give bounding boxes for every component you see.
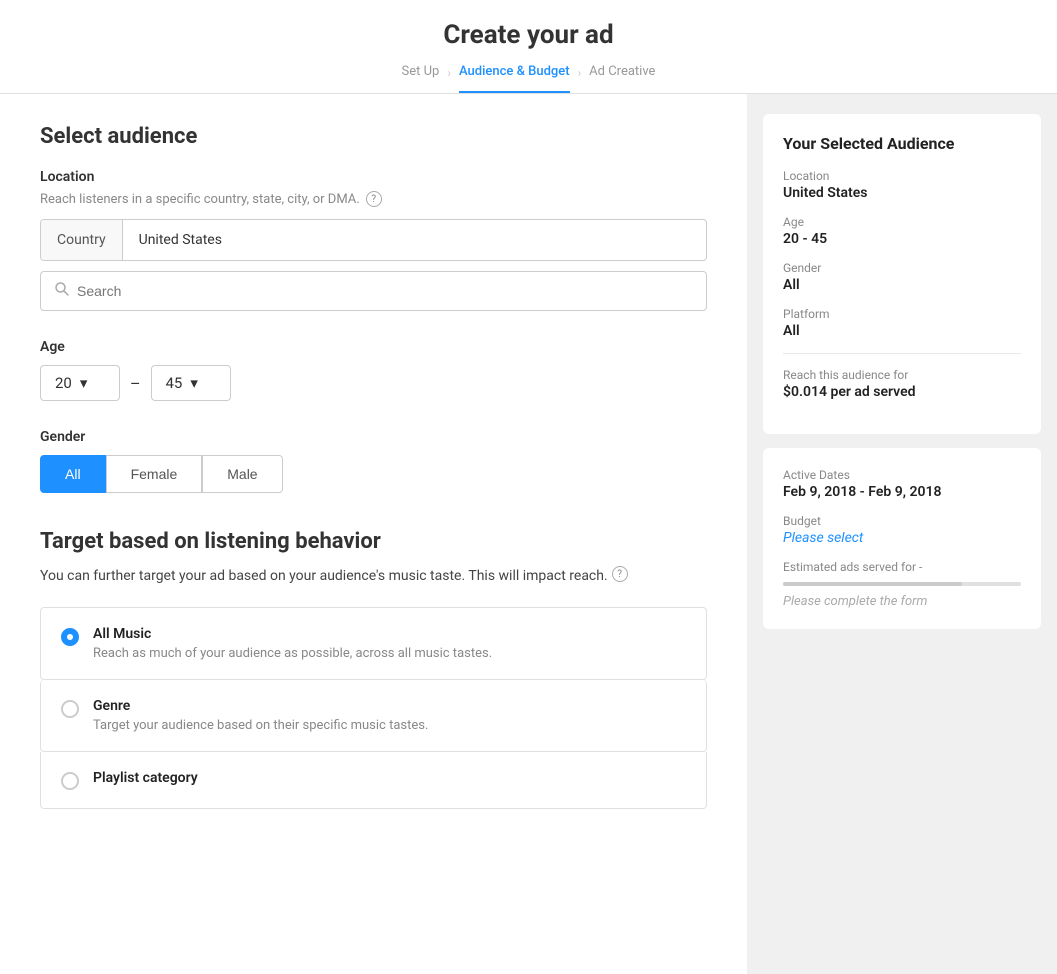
dates-card: Active Dates Feb 9, 2018 - Feb 9, 2018 B… — [763, 448, 1041, 629]
breadcrumb-creative[interactable]: Ad Creative — [589, 64, 655, 93]
location-hint: Reach listeners in a specific country, s… — [40, 191, 707, 207]
select-audience-title: Select audience — [40, 124, 707, 149]
audience-card-title: Your Selected Audience — [783, 134, 1021, 153]
search-input[interactable] — [77, 283, 692, 299]
page-title: Create your ad — [0, 20, 1057, 50]
audience-gender-label: Gender — [783, 261, 1021, 275]
all-music-title: All Music — [93, 626, 492, 642]
audience-gender-value: All — [783, 277, 1021, 293]
genre-title: Genre — [93, 698, 428, 714]
active-dates-label: Active Dates — [783, 468, 1021, 482]
breadcrumb: Set Up › Audience & Budget › Ad Creative — [0, 64, 1057, 93]
chevron-down-icon-2: ▾ — [190, 374, 198, 392]
breadcrumb-setup[interactable]: Set Up — [402, 64, 440, 93]
age-dash: – — [130, 374, 141, 393]
playlist-title: Playlist category — [93, 770, 198, 786]
age-to-value: 45 — [166, 374, 183, 392]
radio-playlist[interactable]: Playlist category — [40, 752, 707, 809]
breadcrumb-sep-2: › — [578, 66, 582, 92]
audience-age-value: 20 - 45 — [783, 231, 1021, 247]
main-layout: Select audience Location Reach listeners… — [0, 94, 1057, 974]
location-help-icon[interactable]: ? — [366, 191, 382, 207]
audience-platform-label: Platform — [783, 307, 1021, 321]
radio-genre[interactable]: Genre Target your audience based on thei… — [40, 680, 707, 752]
left-panel: Select audience Location Reach listeners… — [0, 94, 747, 974]
audience-location-label: Location — [783, 169, 1021, 183]
search-icon — [55, 282, 69, 300]
gender-section: Gender All Female Male — [40, 429, 707, 493]
gender-all-button[interactable]: All — [40, 455, 106, 493]
location-label: Location — [40, 169, 707, 185]
estimated-section: Estimated ads served for - Please comple… — [783, 560, 1021, 609]
audience-age-row: Age 20 - 45 — [783, 215, 1021, 247]
age-to-select[interactable]: 45 ▾ — [151, 365, 231, 401]
radio-all-music[interactable]: All Music Reach as much of your audience… — [40, 607, 707, 680]
age-row: 20 ▾ – 45 ▾ — [40, 365, 707, 401]
audience-location-row: Location United States — [783, 169, 1021, 201]
progress-bar-bg — [783, 582, 1021, 586]
all-music-desc: Reach as much of your audience as possib… — [93, 646, 492, 661]
breadcrumb-audience[interactable]: Audience & Budget — [459, 64, 570, 93]
breadcrumb-sep-1: › — [447, 66, 451, 92]
gender-male-button[interactable]: Male — [202, 455, 282, 493]
target-title: Target based on listening behavior — [40, 529, 707, 554]
gender-female-button[interactable]: Female — [106, 455, 203, 493]
budget-value[interactable]: Please select — [783, 530, 1021, 546]
right-panel: Your Selected Audience Location United S… — [747, 94, 1057, 974]
page-header: Create your ad Set Up › Audience & Budge… — [0, 0, 1057, 94]
please-complete: Please complete the form — [783, 594, 1021, 609]
estimated-label: Estimated ads served for - — [783, 560, 1021, 574]
age-section: Age 20 ▾ – 45 ▾ — [40, 339, 707, 401]
location-section: Location Reach listeners in a specific c… — [40, 169, 707, 311]
active-dates-value: Feb 9, 2018 - Feb 9, 2018 — [783, 484, 1021, 500]
location-select-row[interactable]: Country United States — [40, 219, 707, 261]
gender-label: Gender — [40, 429, 707, 445]
target-help-icon[interactable]: ? — [612, 566, 628, 582]
budget-row: Budget Please select — [783, 514, 1021, 546]
target-desc: You can further target your ad based on … — [40, 566, 707, 587]
radio-all-music-circle[interactable] — [61, 628, 79, 646]
audience-age-label: Age — [783, 215, 1021, 229]
chevron-down-icon: ▾ — [80, 374, 88, 392]
target-section: Target based on listening behavior You c… — [40, 529, 707, 809]
audience-reach-value: $0.014 per ad served — [783, 384, 1021, 400]
audience-gender-row: Gender All — [783, 261, 1021, 293]
audience-reach-label: Reach this audience for — [783, 368, 1021, 382]
audience-reach-row: Reach this audience for $0.014 per ad se… — [783, 368, 1021, 400]
audience-location-value: United States — [783, 185, 1021, 201]
country-label: Country — [41, 220, 123, 260]
audience-platform-value: All — [783, 323, 1021, 339]
location-search-box[interactable] — [40, 271, 707, 311]
radio-playlist-circle[interactable] — [61, 772, 79, 790]
divider — [783, 353, 1021, 354]
age-from-value: 20 — [55, 374, 72, 392]
age-label: Age — [40, 339, 707, 355]
age-from-select[interactable]: 20 ▾ — [40, 365, 120, 401]
active-dates-row: Active Dates Feb 9, 2018 - Feb 9, 2018 — [783, 468, 1021, 500]
genre-desc: Target your audience based on their spec… — [93, 718, 428, 733]
country-value: United States — [123, 220, 706, 260]
progress-bar-fill — [783, 582, 962, 586]
budget-label: Budget — [783, 514, 1021, 528]
radio-genre-circle[interactable] — [61, 700, 79, 718]
audience-card: Your Selected Audience Location United S… — [763, 114, 1041, 434]
audience-platform-row: Platform All — [783, 307, 1021, 339]
gender-buttons: All Female Male — [40, 455, 707, 493]
